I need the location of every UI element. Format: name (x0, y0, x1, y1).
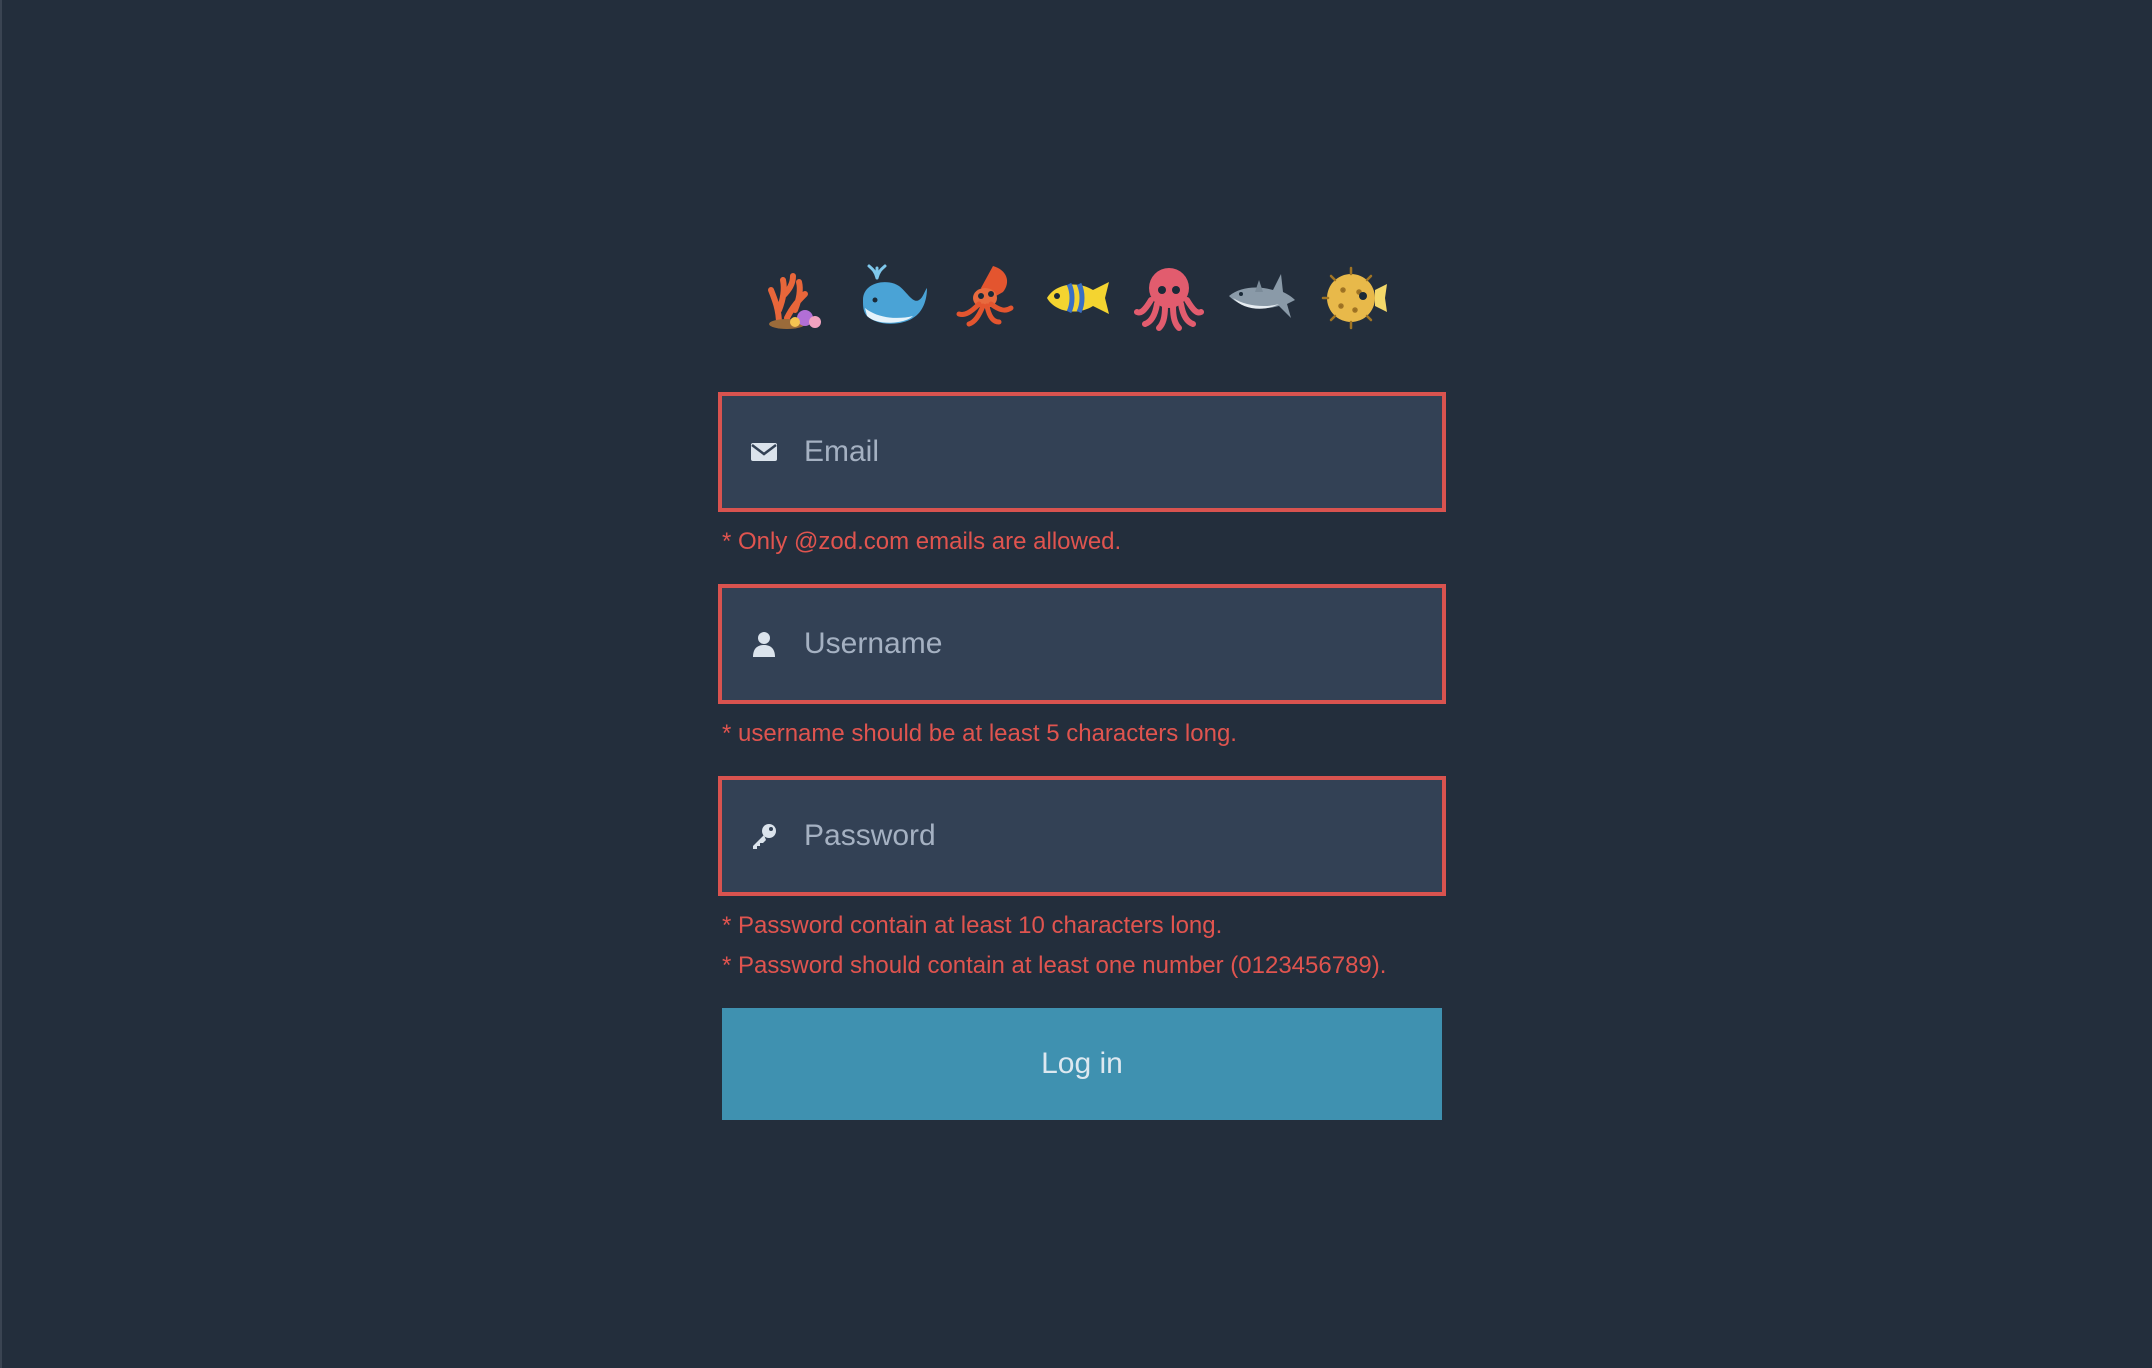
password-error-length: * Password contain at least 10 character… (722, 912, 1223, 939)
username-errors: * username should be at least 5 characte… (718, 714, 1446, 754)
blowfish-icon (1317, 260, 1389, 332)
password-field[interactable] (718, 776, 1446, 896)
password-errors: * Password contain at least 10 character… (718, 906, 1446, 986)
email-input[interactable] (804, 396, 1442, 508)
octopus-icon (1133, 260, 1205, 332)
username-field[interactable] (718, 584, 1446, 704)
username-error-message: * username should be at least 5 characte… (722, 720, 1237, 747)
username-input[interactable] (804, 588, 1442, 700)
password-error-number: * Password should contain at least one n… (722, 952, 1387, 979)
shark-icon (1225, 260, 1297, 332)
key-icon (750, 822, 778, 850)
tropical-fish-icon (1041, 260, 1113, 332)
user-icon (750, 630, 778, 658)
email-field[interactable] (718, 392, 1446, 512)
whale-icon (857, 260, 929, 332)
coral-icon (765, 260, 837, 332)
squid-icon (949, 260, 1021, 332)
emoji-header (2, 256, 2152, 336)
password-input[interactable] (804, 780, 1442, 892)
login-form: * Only @zod.com emails are allowed. * us… (718, 392, 1446, 1120)
envelope-icon (750, 438, 778, 466)
login-button[interactable]: Log in (722, 1008, 1442, 1120)
email-errors: * Only @zod.com emails are allowed. (718, 522, 1446, 562)
email-error-message: * Only @zod.com emails are allowed. (722, 528, 1122, 555)
login-page: * Only @zod.com emails are allowed. * us… (0, 0, 2152, 1368)
